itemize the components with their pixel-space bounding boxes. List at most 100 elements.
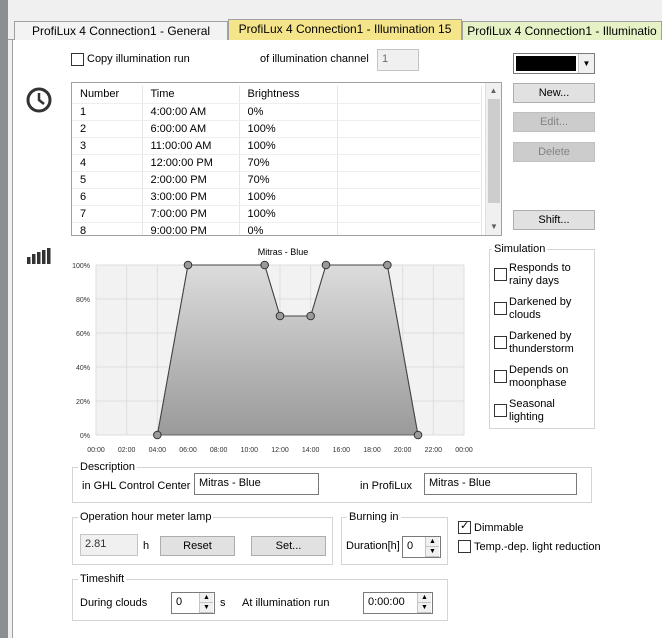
scroll-down-icon[interactable]: ▼ (486, 219, 501, 235)
set-button[interactable]: Set... (251, 536, 326, 556)
checkmark-icon: ✓ (460, 520, 470, 532)
copy-run-label: Copy illumination run (87, 53, 190, 65)
table-header-row: Number Time Brightness (72, 86, 482, 104)
table-row[interactable]: 1 4:00:00 AM 0% (72, 103, 482, 121)
col-empty (337, 86, 482, 104)
chart-title: Mitras - Blue (258, 247, 309, 257)
left-border (0, 0, 8, 638)
col-brightness[interactable]: Brightness (239, 86, 338, 104)
ghl-name-input[interactable]: Mitras - Blue (194, 473, 319, 495)
y-tick-label: 40% (76, 365, 90, 372)
spin-down-icon[interactable]: ▼ (418, 603, 431, 613)
x-tick-label: 08:00 (210, 447, 228, 454)
chevron-down-icon[interactable]: ▼ (578, 54, 594, 73)
edit-button[interactable]: Edit... (513, 112, 595, 132)
color-dropdown[interactable]: ▼ (513, 53, 595, 74)
spin-up-icon[interactable]: ▲ (200, 593, 213, 603)
y-tick-label: 80% (76, 297, 90, 304)
data-point[interactable] (153, 430, 162, 440)
spin-up-icon[interactable]: ▲ (426, 537, 439, 547)
channel-number-field[interactable]: 1 (377, 49, 419, 71)
y-tick-label: 0% (80, 433, 90, 440)
seasonal-label: Seasonal lighting (509, 398, 555, 423)
table-row[interactable]: 4 12:00:00 PM 70% (72, 154, 482, 172)
dimmable-checkbox[interactable]: ✓ (458, 520, 471, 534)
rainy-days-label: Responds to rainy days (509, 262, 571, 287)
clouds-delay-unit: s (220, 597, 226, 609)
scroll-thumb[interactable] (488, 99, 500, 203)
thunderstorm-checkbox[interactable] (494, 336, 507, 349)
cell-brightness: 70% (239, 154, 338, 172)
tab-illumination-15[interactable]: ProfiLux 4 Connection1 - Illumination 15 (228, 19, 462, 40)
reset-button[interactable]: Reset (160, 536, 235, 556)
col-time[interactable]: Time (142, 86, 240, 104)
clouds-label: Darkened by clouds (509, 296, 572, 321)
clouds-delay-label: During clouds (80, 597, 148, 609)
cell-number: 2 (72, 120, 143, 138)
moonphase-label: Depends on moonphase (509, 364, 569, 389)
cell-number: 1 (72, 103, 143, 121)
meter-unit: h (143, 540, 150, 552)
x-tick-label: 00:00 (455, 447, 473, 454)
spin-up-icon[interactable]: ▲ (418, 593, 431, 603)
profilux-label: in ProfiLux (360, 480, 412, 492)
ghl-label: in GHL Control Center (82, 480, 191, 492)
table-row[interactable]: 2 6:00:00 AM 100% (72, 120, 482, 138)
data-point[interactable] (383, 260, 392, 270)
schedule-table[interactable]: Number Time Brightness 1 4:00:00 AM 0% 2 6:… (71, 82, 502, 236)
spin-down-icon[interactable]: ▼ (200, 603, 213, 613)
illumination-chart[interactable]: Mitras - Blue 0% 20% 40% 60% 80% 100% 00:00 02… (60, 244, 480, 456)
tab-illumination-next[interactable]: ProfiLux 4 Connection1 - Illuminatio (462, 21, 662, 40)
cell-brightness: 100% (239, 188, 338, 206)
scroll-up-icon[interactable]: ▲ (486, 83, 501, 99)
x-tick-label: 10:00 (241, 447, 259, 454)
data-point[interactable] (321, 260, 331, 270)
table-row[interactable]: 6 3:00:00 PM 100% (72, 188, 482, 206)
cell-brightness: 70% (239, 171, 338, 189)
cell-time: 9:00:00 PM (142, 222, 240, 235)
table-row[interactable]: 3 11:00:00 AM 100% (72, 137, 482, 155)
cell-time: 4:00:00 AM (142, 103, 240, 121)
y-tick-label: 100% (72, 263, 90, 270)
x-tick-label: 14:00 (302, 447, 320, 454)
table-row[interactable]: 8 9:00:00 PM 0% (72, 222, 482, 235)
of-channel-label: of illumination channel (260, 53, 369, 65)
cell-number: 5 (72, 171, 143, 189)
rainy-days-checkbox[interactable] (494, 268, 507, 281)
x-tick-label: 20:00 (394, 447, 412, 454)
copy-run-checkbox[interactable] (71, 53, 84, 66)
cell-number: 8 (72, 222, 143, 235)
temp-reduction-checkbox[interactable] (458, 540, 471, 553)
moonphase-checkbox[interactable] (494, 370, 507, 383)
data-point[interactable] (260, 260, 269, 270)
col-number[interactable]: Number (72, 86, 143, 104)
x-tick-label: 06:00 (179, 447, 197, 454)
cell-brightness: 0% (239, 222, 338, 235)
dimmable-label: Dimmable (474, 522, 524, 534)
tab-general[interactable]: ProfiLux 4 Connection1 - General (14, 21, 228, 40)
data-point[interactable] (306, 311, 315, 321)
data-point[interactable] (275, 311, 285, 321)
table-row[interactable]: 5 2:00:00 PM 70% (72, 171, 482, 189)
x-tick-label: 18:00 (363, 447, 381, 454)
x-tick-label: 22:00 (425, 447, 443, 454)
shift-button[interactable]: Shift... (513, 210, 595, 230)
table-scrollbar[interactable]: ▲ ▼ (485, 83, 501, 235)
clouds-checkbox[interactable] (494, 302, 507, 315)
run-shift-spinner[interactable]: ▲ ▼ (417, 593, 431, 613)
cell-time: 7:00:00 PM (142, 205, 240, 223)
duration-spinner[interactable]: ▲ ▼ (425, 537, 439, 557)
delete-button[interactable]: Delete (513, 142, 595, 162)
table-row[interactable]: 7 7:00:00 PM 100% (72, 205, 482, 223)
seasonal-checkbox[interactable] (494, 404, 507, 417)
clouds-delay-spinner[interactable]: ▲ ▼ (199, 593, 213, 613)
profilux-name-input[interactable]: Mitras - Blue (424, 473, 577, 495)
new-button[interactable]: New... (513, 83, 595, 103)
data-point[interactable] (413, 430, 423, 440)
meter-value-field[interactable]: 2.81 (80, 534, 138, 556)
cell-time: 2:00:00 PM (142, 171, 240, 189)
data-point[interactable] (183, 260, 193, 270)
spin-down-icon[interactable]: ▼ (426, 547, 439, 557)
y-tick-label: 20% (76, 399, 90, 406)
cell-brightness: 100% (239, 137, 338, 155)
